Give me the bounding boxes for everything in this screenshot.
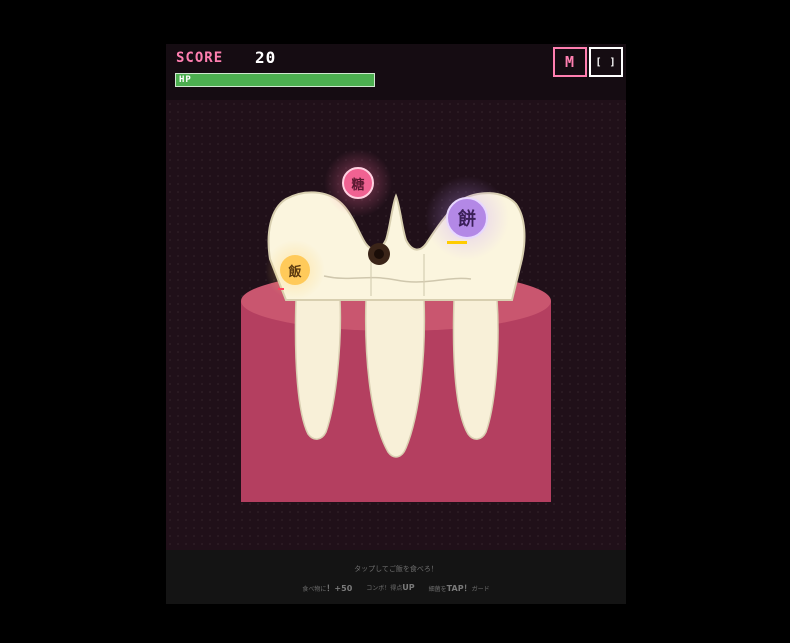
rule-highlight: UP (402, 583, 415, 592)
rule-text: コンボ！ (366, 585, 391, 592)
mochi-timer-bar (447, 241, 467, 244)
game-canvas[interactable]: SCORE 20 HP M [ ] 糖 餅 飯 タップしてご飯を食べろ！ 食べ物… (166, 44, 626, 604)
rule-text: 食べ物に (302, 586, 327, 593)
food-sugar-glyph: 糖 (351, 177, 365, 193)
rule-item: 食べ物に！+50 (302, 583, 352, 594)
food-rice[interactable]: 飯 (280, 255, 310, 285)
food-sugar[interactable]: 糖 (342, 167, 374, 199)
rule-highlight: ！+50 (326, 584, 353, 593)
footer-rules: 食べ物に！+50 コンボ！得点UP 細菌をTAP！ガード (166, 583, 626, 594)
food-mochi[interactable]: 餅 (446, 197, 488, 239)
mouth-scene (241, 149, 551, 502)
rule-text: 得点 (390, 585, 403, 592)
tooth-roots (294, 298, 499, 458)
rice-timer-bar (278, 288, 284, 290)
food-rice-glyph: 飯 (288, 264, 302, 280)
instructions-footer: タップしてご飯を食べろ！ 食べ物に！+50 コンボ！得点UP 細菌をTAP！ガー… (166, 550, 626, 604)
rule-highlight: TAP！ (446, 584, 472, 593)
rule-item: 細菌をTAP！ガード (429, 583, 490, 594)
rule-text: 細菌を (428, 586, 447, 593)
rule-item: コンボ！得点UP (366, 583, 414, 594)
rule-text: ガード (471, 586, 490, 593)
food-mochi-glyph: 餅 (458, 209, 476, 230)
cavity-hole (368, 243, 390, 265)
footer-hint: タップしてご飯を食べろ！ (354, 565, 438, 573)
